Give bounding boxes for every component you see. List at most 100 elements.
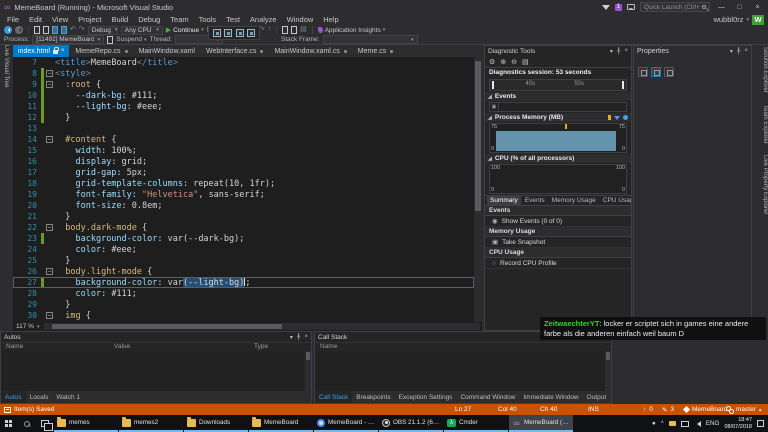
fold-collapse-icon[interactable]: − <box>44 268 55 275</box>
tool-window-tab[interactable]: Locals <box>26 391 53 403</box>
menu-item[interactable]: Tools <box>194 15 222 24</box>
diagnostic-tab[interactable]: Memory Usage <box>549 196 599 205</box>
cpu-section-header[interactable]: ◢ CPU (% of all processors) <box>485 154 631 163</box>
find-in-files-icon[interactable] <box>282 26 289 34</box>
stack-frame-dropdown[interactable]: ▾ <box>322 35 418 44</box>
timeline-end-marker[interactable] <box>622 81 624 89</box>
scrollbar[interactable] <box>305 351 311 393</box>
network-icon[interactable] <box>680 420 689 427</box>
code-line-17[interactable]: 17 grid-gap: 5px; <box>13 167 474 178</box>
events-section-header[interactable]: ◢ Events <box>485 92 631 101</box>
settings-gear-icon[interactable]: ⚙ <box>489 58 495 66</box>
editor-tab[interactable]: index.html × <box>13 45 70 57</box>
solution-configurations-dropdown[interactable]: Debug ▾ <box>87 25 118 35</box>
clock[interactable]: 18:47 08/07/2018 <box>724 417 752 430</box>
solution-platforms-dropdown[interactable]: Any CPU ▾ <box>120 25 163 35</box>
menu-item[interactable]: Edit <box>24 15 47 24</box>
tool-window-tab[interactable]: Call Stack <box>315 391 353 403</box>
taskbar-item[interactable]: λ Cmder <box>444 415 508 432</box>
pending-edits-indicator[interactable]: ✎ 3 <box>662 404 674 415</box>
tool-window-tab[interactable]: Command Window <box>456 391 519 403</box>
code-line-19[interactable]: 19 font-family: "Helvetica", sans-serif; <box>13 189 474 200</box>
code-line-24[interactable]: 24 color: #eee; <box>13 244 474 255</box>
pin-icon[interactable]: ╀ <box>297 334 301 341</box>
display-adorners-icon[interactable] <box>235 29 244 37</box>
live-visual-tree-icon[interactable] <box>212 29 221 37</box>
timeline-start-marker[interactable] <box>492 81 494 89</box>
sidebar-tab-live-visual-tree[interactable]: Live Visual Tree <box>3 45 9 88</box>
diagnostic-tab[interactable]: Summary <box>487 196 521 205</box>
code-line-26[interactable]: 26− body.light-mode { <box>13 266 474 277</box>
show-hidden-icons-chevron[interactable]: ^ <box>661 420 664 427</box>
fold-collapse-icon[interactable]: − <box>44 70 55 77</box>
navigate-back-icon[interactable] <box>4 26 12 34</box>
tray-folder-icon[interactable] <box>668 421 676 426</box>
autos-body[interactable] <box>1 351 311 393</box>
navigate-forward-icon[interactable] <box>15 26 23 34</box>
taskbar-item[interactable]: MemeBoard - Chro... <box>314 415 378 432</box>
window-position-icon[interactable]: ▾ <box>730 48 733 55</box>
close-button[interactable]: × <box>751 4 764 11</box>
fold-collapse-icon[interactable]: − <box>44 136 55 143</box>
code-line-22[interactable]: 22− body.dark-mode { <box>13 222 474 233</box>
account-name[interactable]: wubbl0rz <box>713 15 743 24</box>
timeline-ruler[interactable]: 40s 50s <box>489 79 627 91</box>
save-icon[interactable] <box>52 26 58 34</box>
column-name[interactable]: Name <box>1 343 109 351</box>
filter-icon[interactable] <box>601 4 610 10</box>
code-line-10[interactable]: 10 --dark-bg: #111; <box>13 90 474 101</box>
pin-icon[interactable]: ╀ <box>737 48 741 55</box>
account-avatar[interactable]: W <box>752 14 764 25</box>
zoom-in-icon[interactable]: ⊕ <box>500 58 506 66</box>
column-value[interactable]: Value <box>109 343 249 351</box>
code-line-30[interactable]: 30− img { <box>13 310 474 321</box>
taskbar-item[interactable]: MemeBoard <box>249 415 313 432</box>
comment-icon[interactable] <box>291 26 298 34</box>
zoom-out-icon[interactable]: ⊖ <box>511 58 517 66</box>
code-line-13[interactable]: 13 <box>13 123 474 134</box>
code-line-29[interactable]: 29 } <box>13 299 474 310</box>
track-focus-icon[interactable] <box>247 29 256 37</box>
new-file-icon[interactable] <box>34 26 40 34</box>
events-group-header[interactable]: Events <box>485 206 631 216</box>
code-line-7[interactable]: 7 <title>MemeBoard</title> <box>13 57 474 68</box>
cpu-usage-group-header[interactable]: CPU Usage <box>485 248 631 258</box>
maximize-button[interactable]: □ <box>733 4 746 11</box>
quick-launch-input[interactable]: Quick Launch (Ctrl+Q) <box>640 2 710 12</box>
lifecycle-events-icon[interactable] <box>107 35 114 44</box>
redo-icon[interactable]: ↷ <box>79 26 85 34</box>
fold-collapse-icon[interactable]: − <box>44 81 55 88</box>
menu-item[interactable]: Debug <box>133 15 165 24</box>
editor-tab[interactable]: MemeRepo.cs × <box>70 45 132 57</box>
bookmark-icon[interactable]: ▤ <box>300 26 307 34</box>
categorized-icon[interactable] <box>638 67 648 77</box>
side-tab[interactable]: Solution Explorer <box>755 47 768 93</box>
column-name[interactable]: Name <box>315 343 342 351</box>
menu-item[interactable]: View <box>47 15 73 24</box>
diagnostic-tab[interactable]: CPU Usage <box>600 196 631 205</box>
process-dropdown[interactable]: [11492] MemeBoard.exe ▾ <box>32 35 105 44</box>
menu-item[interactable]: Build <box>107 15 134 24</box>
code-line-25[interactable]: 25 } <box>13 255 474 266</box>
editor-tab[interactable]: MainWindow.xaml.cs × <box>269 45 351 57</box>
taskbar-item[interactable]: memes2 <box>119 415 183 432</box>
menu-item[interactable]: Help <box>318 15 343 24</box>
menu-item[interactable]: Analyze <box>245 15 282 24</box>
close-icon[interactable]: × <box>624 48 628 55</box>
menu-item[interactable]: Test <box>221 15 245 24</box>
pen-tray-icon[interactable]: ● <box>652 420 656 427</box>
taskbar-item[interactable]: OBS 21.1.2 (64bit, w... <box>379 415 443 432</box>
alphabetical-icon[interactable] <box>651 67 661 77</box>
task-view-button[interactable] <box>36 415 54 432</box>
code-line-15[interactable]: 15 width: 100%; <box>13 145 474 156</box>
save-all-icon[interactable] <box>61 26 67 34</box>
side-tab[interactable]: Live Property Explorer <box>755 155 768 214</box>
memory-section-header[interactable]: ◢ Process Memory (MB) <box>485 113 631 122</box>
enable-selection-icon[interactable] <box>224 29 233 37</box>
code-line-23[interactable]: 23 background-color: var(--dark-bg); <box>13 233 474 244</box>
close-icon[interactable]: × <box>304 334 308 341</box>
code-line-20[interactable]: 20 font-size: 0.8em; <box>13 200 474 211</box>
minimize-button[interactable]: — <box>715 4 728 11</box>
code-line-14[interactable]: 14− #content { <box>13 134 474 145</box>
diagnostic-tools-header[interactable]: Diagnostic Tools ▾ ╀ × <box>485 46 631 57</box>
